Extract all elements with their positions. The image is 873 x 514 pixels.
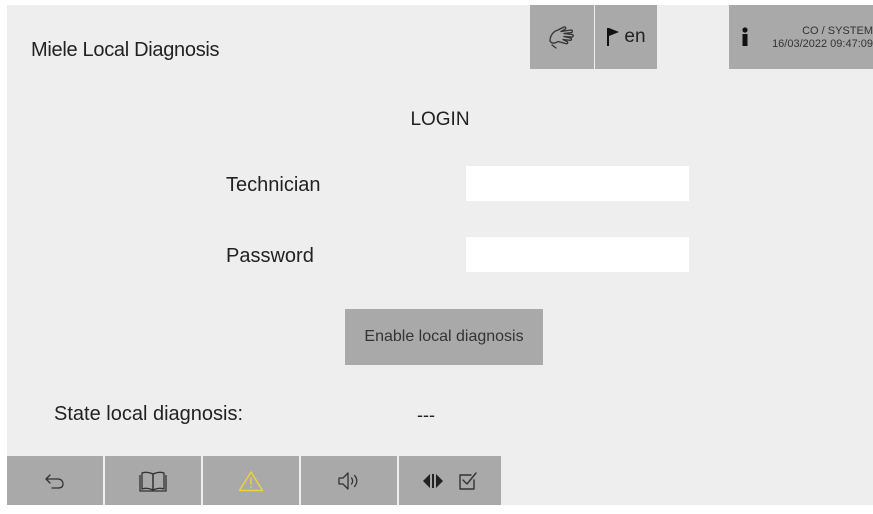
checkbox-icon (458, 471, 478, 491)
info-icon (741, 27, 749, 47)
technician-input[interactable] (466, 166, 689, 201)
warning-icon (238, 470, 264, 492)
technician-label: Technician (226, 174, 321, 196)
enable-local-diagnosis-button[interactable]: Enable local diagnosis (345, 309, 543, 365)
sound-button[interactable] (301, 456, 397, 505)
login-title: LOGIN (410, 109, 470, 130)
app-title: Miele Local Diagnosis (31, 39, 220, 61)
flag-icon (606, 27, 620, 47)
gesture-button[interactable] (530, 5, 594, 69)
manual-button[interactable] (105, 456, 201, 505)
manual-book-icon (139, 470, 167, 492)
state-label: State local diagnosis: (54, 403, 244, 425)
user-status[interactable]: CO / SYSTEM 16/03/2022 09:47:09 (729, 5, 873, 69)
app-window: Miele Local Diagnosis en CO / SYSTEM 16/… (7, 5, 873, 505)
password-label: Password (226, 245, 314, 267)
footer-bar (7, 456, 873, 505)
language-code: en (624, 26, 646, 47)
user-block: CO / SYSTEM 16/03/2022 09:47:09 (761, 25, 873, 50)
warnings-button[interactable] (203, 456, 299, 505)
hand-touch-icon (547, 24, 577, 50)
user-name: CO / SYSTEM (802, 24, 873, 37)
mode-toggle-button[interactable] (399, 456, 501, 505)
datetime: 16/03/2022 09:47:09 (772, 37, 873, 50)
back-icon (44, 472, 66, 490)
state-value: --- (417, 405, 435, 425)
header-bar: Miele Local Diagnosis en CO / SYSTEM 16/… (7, 5, 873, 69)
speaker-icon (336, 470, 362, 492)
language-button[interactable]: en (595, 5, 657, 69)
media-switch-icon (422, 473, 444, 489)
back-button[interactable] (7, 456, 103, 505)
password-input[interactable] (466, 237, 689, 272)
